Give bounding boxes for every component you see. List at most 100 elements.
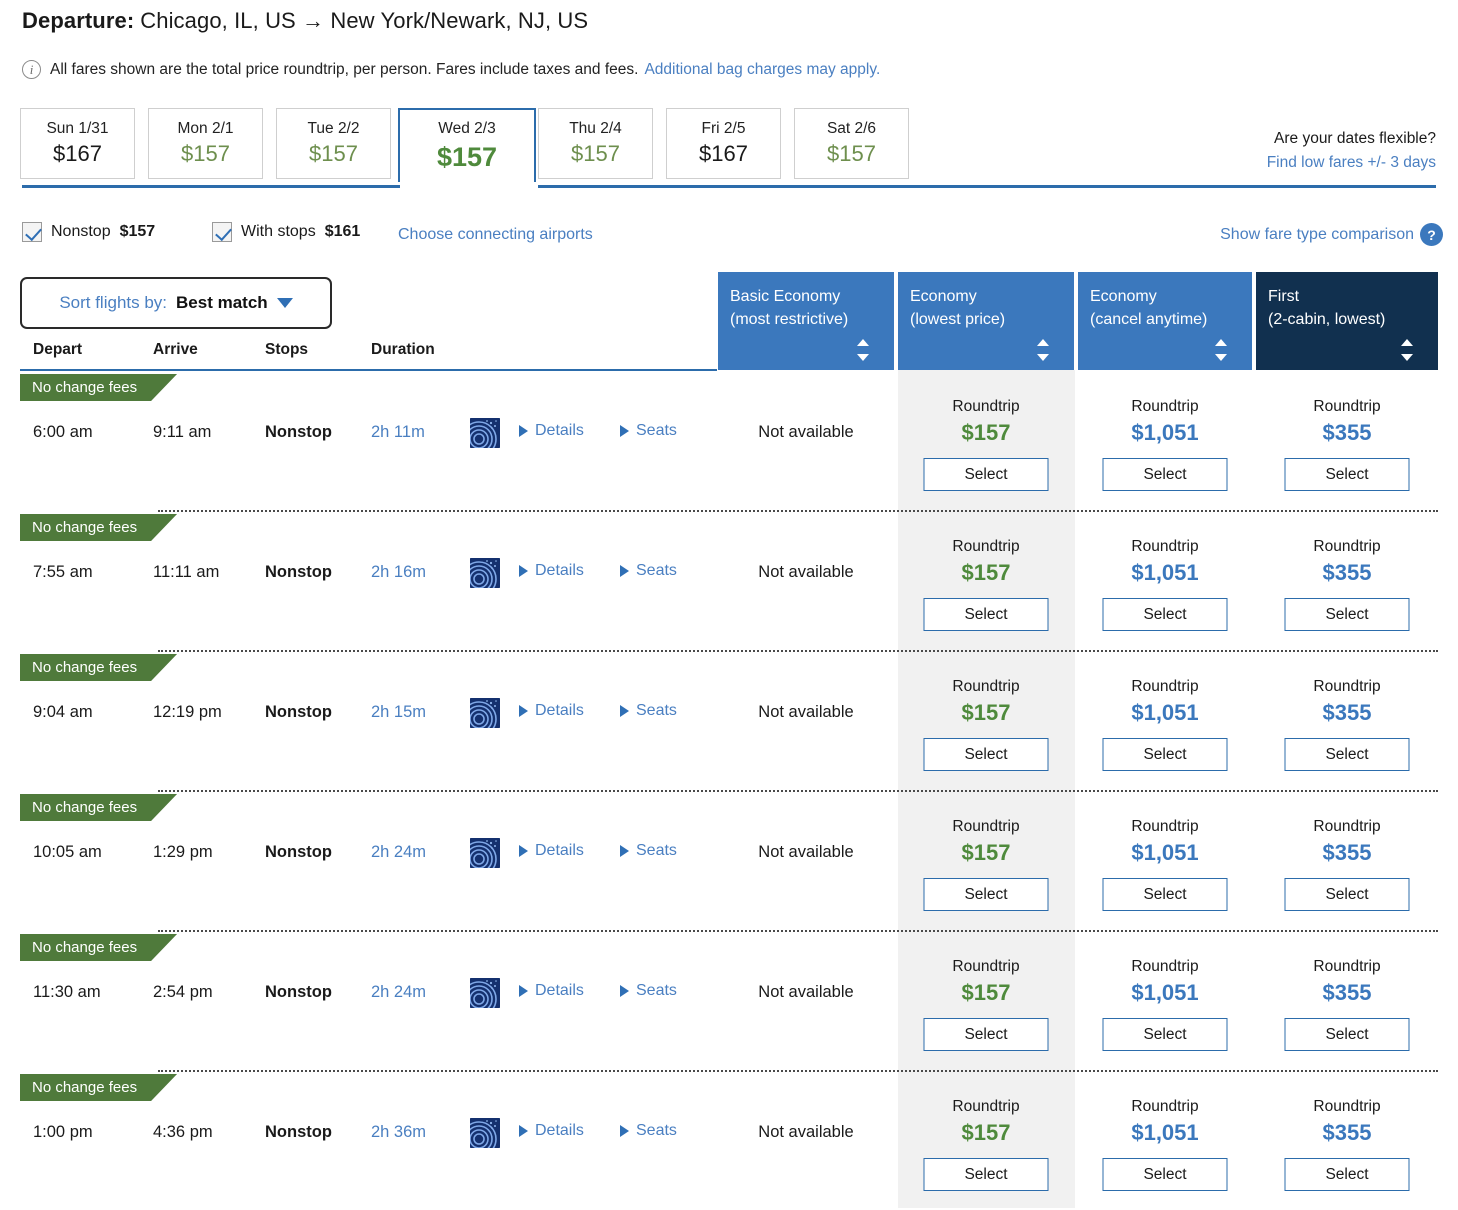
roundtrip-label: Roundtrip <box>1256 538 1438 556</box>
duration-value[interactable]: 2h 16m <box>371 563 426 582</box>
date-tab-fri-2-5[interactable]: Fri 2/5$167 <box>666 108 781 179</box>
select-button[interactable]: Select <box>924 458 1049 491</box>
triangle-right-icon <box>620 705 629 717</box>
roundtrip-label: Roundtrip <box>1078 958 1252 976</box>
duration-value[interactable]: 2h 24m <box>371 843 426 862</box>
fare-class-header-2[interactable]: Economy(lowest price) <box>898 272 1074 370</box>
fare-price: $1,051 <box>1078 840 1252 866</box>
date-tab-price: $167 <box>53 141 102 167</box>
select-button[interactable]: Select <box>1103 878 1228 911</box>
flight-row: No change fees10:05 am1:29 pmNonstop2h 2… <box>0 790 1458 930</box>
choose-connecting-airports-link[interactable]: Choose connecting airports <box>398 226 593 244</box>
date-tab-sat-2-6[interactable]: Sat 2/6$157 <box>794 108 909 179</box>
with-stops-filter[interactable]: With stops $161 <box>212 222 360 242</box>
sort-arrows-icon[interactable] <box>1215 339 1228 361</box>
seats-link[interactable]: Seats <box>620 1122 677 1140</box>
sort-arrows-icon[interactable] <box>1037 339 1050 361</box>
select-button[interactable]: Select <box>924 1018 1049 1051</box>
additional-bag-charges-link[interactable]: Additional bag charges may apply. <box>644 61 880 79</box>
no-change-fees-badge: No change fees <box>20 1074 177 1101</box>
duration-value[interactable]: 2h 11m <box>371 423 425 442</box>
roundtrip-label: Roundtrip <box>898 538 1074 556</box>
select-button[interactable]: Select <box>1285 738 1410 771</box>
flexible-dates-question: Are your dates flexible? <box>1267 127 1436 151</box>
details-link[interactable]: Details <box>519 422 584 440</box>
seats-link[interactable]: Seats <box>620 702 677 720</box>
date-tab-tue-2-2[interactable]: Tue 2/2$157 <box>276 108 391 179</box>
date-tab-price: $167 <box>699 141 748 167</box>
date-tab-day: Wed 2/3 <box>438 119 495 140</box>
fare-cell-4: Roundtrip$355Select <box>1256 790 1438 930</box>
duration-value[interactable]: 2h 36m <box>371 1123 426 1142</box>
duration-value[interactable]: 2h 24m <box>371 983 426 1002</box>
find-low-fares-link[interactable]: Find low fares +/- 3 days <box>1267 151 1436 175</box>
seats-link[interactable]: Seats <box>620 982 677 1000</box>
seats-link[interactable]: Seats <box>620 422 677 440</box>
seats-label: Seats <box>636 1122 677 1140</box>
date-tab-day: Tue 2/2 <box>308 119 360 140</box>
fare-cell-2: Roundtrip$157Select <box>898 930 1074 1070</box>
details-link[interactable]: Details <box>519 982 584 1000</box>
fare-class-name: First <box>1268 285 1438 308</box>
seats-label: Seats <box>636 422 677 440</box>
details-label: Details <box>535 842 584 860</box>
details-link[interactable]: Details <box>519 1122 584 1140</box>
select-button[interactable]: Select <box>924 598 1049 631</box>
select-button[interactable]: Select <box>1285 878 1410 911</box>
sort-arrows-icon[interactable] <box>857 339 870 361</box>
with-stops-checkbox[interactable] <box>212 222 232 242</box>
fare-price: $157 <box>898 420 1074 446</box>
fare-class-header-1[interactable]: Basic Economy(most restrictive) <box>718 272 894 370</box>
nonstop-checkbox[interactable] <box>22 222 42 242</box>
fare-price: $1,051 <box>1078 980 1252 1006</box>
departure-heading: Departure:Chicago, IL, US → New York/New… <box>22 8 588 34</box>
date-tab-price: $157 <box>181 141 230 167</box>
sort-arrows-icon[interactable] <box>1401 339 1414 361</box>
nonstop-filter[interactable]: Nonstop $157 <box>22 222 155 242</box>
select-button[interactable]: Select <box>1285 1018 1410 1051</box>
with-stops-price: $161 <box>325 223 361 241</box>
select-button[interactable]: Select <box>924 878 1049 911</box>
flight-results-list: No change fees6:00 am9:11 amNonstop2h 11… <box>0 370 1458 1210</box>
depart-time: 7:55 am <box>33 563 93 582</box>
departure-label: Departure: <box>22 8 134 33</box>
select-button[interactable]: Select <box>1103 598 1228 631</box>
sort-flights-dropdown[interactable]: Sort flights by: Best match <box>20 277 332 329</box>
roundtrip-label: Roundtrip <box>1256 958 1438 976</box>
depart-time: 6:00 am <box>33 423 93 442</box>
select-button[interactable]: Select <box>1285 598 1410 631</box>
date-tab-wed-2-3[interactable]: Wed 2/3$157 <box>398 108 536 182</box>
date-tab-sun-1-31[interactable]: Sun 1/31$167 <box>20 108 135 179</box>
seats-label: Seats <box>636 562 677 580</box>
fare-cell-1: Not available <box>718 1070 894 1210</box>
details-link[interactable]: Details <box>519 842 584 860</box>
duration-value[interactable]: 2h 15m <box>371 703 426 722</box>
seats-link[interactable]: Seats <box>620 842 677 860</box>
seats-link[interactable]: Seats <box>620 562 677 580</box>
info-icon: i <box>22 60 41 79</box>
select-button[interactable]: Select <box>924 738 1049 771</box>
date-tab-price: $157 <box>827 141 876 167</box>
fare-class-header-4[interactable]: First(2-cabin, lowest) <box>1256 272 1438 370</box>
select-button[interactable]: Select <box>1103 1018 1228 1051</box>
select-button[interactable]: Select <box>924 1158 1049 1191</box>
date-tab-price: $157 <box>437 141 497 173</box>
show-fare-type-comparison-link[interactable]: Show fare type comparison <box>1220 226 1414 244</box>
date-tab-thu-2-4[interactable]: Thu 2/4$157 <box>538 108 653 179</box>
details-link[interactable]: Details <box>519 702 584 720</box>
fare-class-header-3[interactable]: Economy(cancel anytime) <box>1078 272 1252 370</box>
select-button[interactable]: Select <box>1103 738 1228 771</box>
select-button[interactable]: Select <box>1103 1158 1228 1191</box>
roundtrip-label: Roundtrip <box>898 818 1074 836</box>
select-button[interactable]: Select <box>1103 458 1228 491</box>
date-tab-mon-2-1[interactable]: Mon 2/1$157 <box>148 108 263 179</box>
fare-cell-2: Roundtrip$157Select <box>898 370 1074 510</box>
question-mark-icon[interactable]: ? <box>1420 223 1443 246</box>
select-button[interactable]: Select <box>1285 458 1410 491</box>
fare-price: $355 <box>1256 1120 1438 1146</box>
fare-price: $157 <box>898 560 1074 586</box>
fare-not-available: Not available <box>718 703 894 722</box>
details-link[interactable]: Details <box>519 562 584 580</box>
triangle-right-icon <box>519 565 528 577</box>
select-button[interactable]: Select <box>1285 1158 1410 1191</box>
